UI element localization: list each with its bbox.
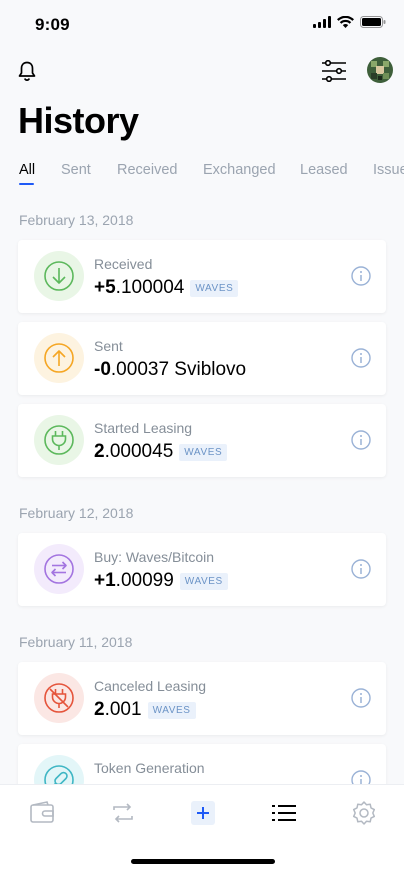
amount-fraction: .00037 Sviblovo	[110, 359, 247, 380]
home-indicator	[131, 859, 275, 864]
wifi-icon	[337, 16, 354, 28]
transaction-label: Token Generation	[94, 760, 205, 776]
filter-tabs: All Sent Received Exchanged Leased Issue…	[0, 162, 404, 192]
transaction-icon-wrap	[34, 251, 84, 301]
currency-badge: WAVES	[190, 279, 239, 297]
amount-fraction: .100004	[115, 277, 185, 298]
info-icon[interactable]	[351, 266, 371, 286]
status-bar: 9:09	[0, 0, 404, 48]
transaction-label: Sent	[94, 338, 123, 354]
status-icons	[313, 16, 386, 28]
currency-badge: WAVES	[179, 572, 228, 590]
transaction-card-leasing[interactable]: Started Leasing 2 .000045 WAVES	[18, 404, 386, 477]
amount-integer: +1	[94, 570, 116, 591]
info-icon[interactable]	[351, 559, 371, 579]
avatar[interactable]	[367, 57, 393, 83]
info-icon[interactable]	[351, 348, 371, 368]
bell-icon[interactable]	[16, 60, 38, 82]
arrow-down-icon	[44, 261, 74, 291]
transaction-card-cancel-leasing[interactable]: Canceled Leasing 2 .001 WAVES	[18, 662, 386, 735]
arrow-up-icon	[44, 343, 74, 373]
transaction-icon-wrap	[34, 333, 84, 383]
top-bar	[0, 48, 404, 98]
nav-add[interactable]	[189, 799, 217, 827]
transaction-label: Canceled Leasing	[94, 678, 207, 694]
nav-settings[interactable]	[350, 799, 378, 827]
history-icon	[272, 805, 296, 821]
transaction-label: Started Leasing	[94, 420, 193, 436]
signal-icon	[313, 16, 331, 28]
amount-integer: +5	[94, 277, 116, 298]
transaction-icon-wrap	[34, 673, 84, 723]
avatar-image	[367, 57, 393, 83]
tab-issued[interactable]: Issued	[373, 162, 404, 178]
transaction-amount: +1 .00099 WAVES	[94, 570, 228, 592]
transfer-icon	[113, 803, 133, 823]
exchange-icon	[44, 554, 74, 584]
transaction-card-exchange[interactable]: Buy: Waves/Bitcoin +1 .00099 WAVES	[18, 533, 386, 606]
transaction-amount: 2 .000045 WAVES	[94, 441, 228, 463]
settings-icon	[352, 801, 376, 825]
tab-exchanged[interactable]: Exchanged	[203, 162, 276, 178]
date-header: February 12, 2018	[19, 505, 134, 521]
currency-badge: WAVES	[147, 701, 196, 719]
tab-sent[interactable]: Sent	[61, 162, 91, 178]
amount-integer: 2	[94, 441, 105, 462]
date-header: February 13, 2018	[19, 212, 134, 228]
nav-history[interactable]	[270, 799, 298, 827]
battery-icon	[360, 16, 386, 28]
amount-integer: 2	[94, 699, 105, 720]
transaction-label: Buy: Waves/Bitcoin	[94, 549, 215, 565]
plug-icon	[44, 425, 74, 455]
tab-leased[interactable]: Leased	[300, 162, 348, 178]
info-icon[interactable]	[351, 430, 371, 450]
tab-all[interactable]: All	[19, 162, 35, 178]
amount-fraction: .000045	[104, 441, 174, 462]
active-tab-indicator	[19, 183, 34, 185]
filter-icon[interactable]	[321, 60, 347, 82]
transaction-label: Received	[94, 256, 153, 272]
date-header: February 11, 2018	[19, 634, 133, 650]
nav-wallet[interactable]	[28, 799, 56, 827]
transaction-amount: 2 .001 WAVES	[94, 699, 196, 721]
page-title: History	[18, 100, 139, 141]
transaction-amount: +5 .100004 WAVES	[94, 277, 239, 299]
transaction-card-sent[interactable]: Sent -0 .00037 Sviblovo	[18, 322, 386, 395]
amount-fraction: .00099	[115, 570, 174, 591]
transaction-icon-wrap	[34, 415, 84, 465]
tab-received[interactable]: Received	[117, 162, 177, 178]
bottom-nav	[0, 784, 404, 875]
wallet-icon	[30, 801, 54, 823]
transaction-card-received[interactable]: Received +5 .100004 WAVES	[18, 240, 386, 313]
amount-integer: -0	[94, 359, 111, 380]
transaction-amount: -0 .00037 Sviblovo	[94, 359, 246, 381]
status-time: 9:09	[35, 15, 70, 34]
transaction-icon-wrap	[34, 544, 84, 594]
currency-badge: WAVES	[179, 443, 228, 461]
info-icon[interactable]	[351, 688, 371, 708]
amount-fraction: .001	[104, 699, 142, 720]
plus-icon	[191, 801, 215, 825]
plug-cancel-icon	[44, 683, 74, 713]
nav-transfer[interactable]	[109, 799, 137, 827]
